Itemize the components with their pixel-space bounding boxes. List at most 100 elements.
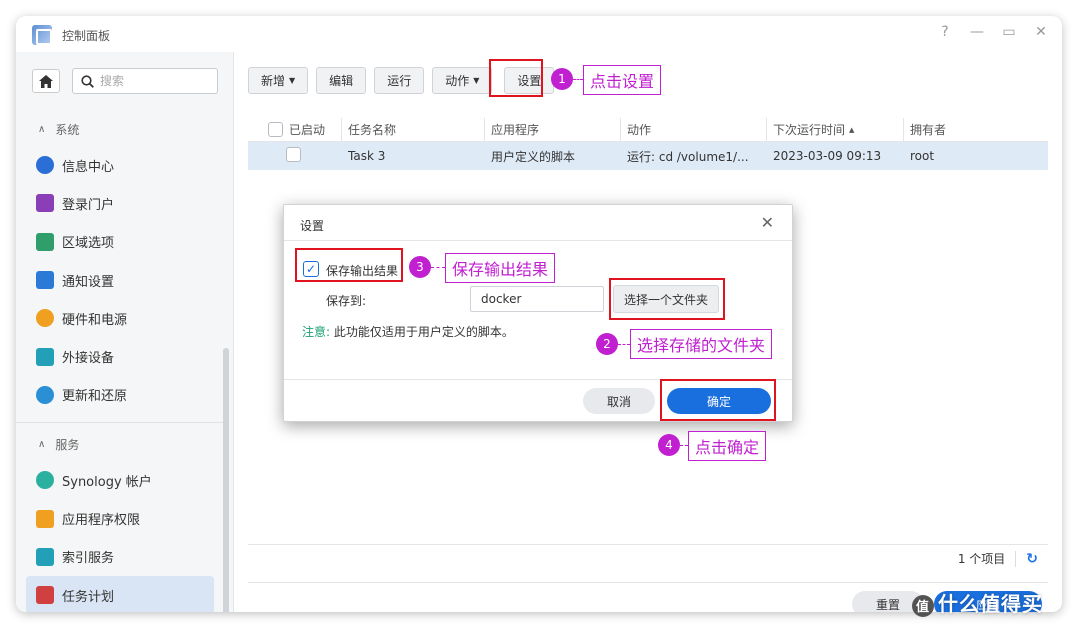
chevron-up-icon: ∧ bbox=[38, 438, 46, 450]
sidebar-item-info-center[interactable]: 信息中心 bbox=[16, 146, 224, 184]
home-icon bbox=[39, 74, 53, 88]
sidebar-item-index-service[interactable]: 索引服务 bbox=[16, 538, 224, 576]
note-text: 注意: 此功能仅适用于用户定义的脚本。 bbox=[302, 323, 514, 340]
run-button[interactable]: 运行 bbox=[374, 67, 425, 94]
cancel-button[interactable]: 取消 bbox=[583, 388, 655, 414]
region-icon bbox=[36, 232, 54, 251]
add-button[interactable]: 新增 ▼ bbox=[248, 67, 309, 94]
highlight-ok-box bbox=[660, 379, 776, 421]
sidebar-item-hardware-power[interactable]: 硬件和电源 bbox=[16, 299, 224, 337]
divider bbox=[16, 422, 224, 424]
index-service-icon bbox=[36, 547, 54, 566]
col-action[interactable]: 动作 bbox=[621, 118, 767, 141]
callout-number: 4 bbox=[658, 434, 680, 456]
hardware-power-icon bbox=[36, 309, 54, 328]
task-scheduler-icon bbox=[36, 586, 54, 605]
callout-connector bbox=[573, 79, 583, 80]
table-row[interactable]: Task 3 用户定义的脚本 运行: cd /volume1/... 2023-… bbox=[248, 142, 1048, 170]
login-portal-icon bbox=[36, 194, 54, 213]
callout-connector bbox=[680, 445, 688, 446]
col-enabled[interactable]: 已启动 bbox=[248, 118, 342, 141]
search-input[interactable] bbox=[100, 74, 200, 88]
sidebar-item-notification[interactable]: 通知设置 bbox=[16, 261, 224, 299]
title-bar: 控制面板 ? — ▭ ✕ bbox=[16, 16, 1062, 52]
add-label: 新增 bbox=[261, 74, 286, 88]
info-icon bbox=[36, 156, 54, 175]
col-owner[interactable]: 拥有者 bbox=[904, 118, 1048, 141]
col-next-run[interactable]: 下次运行时间 ▲ bbox=[767, 118, 904, 141]
highlight-save-output-box bbox=[295, 248, 403, 282]
window-controls: ? — ▭ ✕ bbox=[938, 24, 1048, 40]
maximize-icon[interactable]: ▭ bbox=[1002, 24, 1016, 40]
sidebar-item-task-scheduler[interactable]: 任务计划 bbox=[26, 575, 214, 612]
window-title: 控制面板 bbox=[62, 29, 111, 43]
synology-account-icon bbox=[36, 471, 54, 490]
sidebar-item-label: 登录门户 bbox=[62, 197, 115, 213]
help-icon[interactable]: ? bbox=[938, 24, 952, 40]
sidebar-item-app-permission[interactable]: 应用程序权限 bbox=[16, 499, 224, 537]
sidebar-item-label: 任务计划 bbox=[62, 589, 115, 605]
task-table: 已启动 任务名称 应用程序 动作 下次运行时间 ▲ 拥有者 Task 3 用户定义… bbox=[248, 118, 1048, 170]
sidebar-item-label: 外接设备 bbox=[62, 351, 115, 367]
minimize-icon[interactable]: — bbox=[970, 24, 984, 40]
col-name[interactable]: 任务名称 bbox=[342, 118, 485, 141]
highlight-choose-folder-box bbox=[609, 278, 725, 320]
caret-down-icon: ▼ bbox=[473, 76, 480, 85]
chevron-up-icon: ∧ bbox=[38, 123, 46, 135]
folder-field[interactable]: docker bbox=[470, 286, 604, 312]
divider bbox=[284, 240, 792, 241]
col-label: 已启动 bbox=[289, 123, 326, 137]
action-label: 动作 bbox=[445, 74, 470, 88]
callout-label: 选择存储的文件夹 bbox=[630, 329, 773, 359]
sidebar-scrollbar[interactable] bbox=[223, 348, 229, 612]
sidebar-list: ∧ 系统 信息中心 登录门户 区域选项 通知设置 硬件和电源 外接设备 更新和还… bbox=[16, 112, 224, 612]
sidebar: ∧ 系统 信息中心 登录门户 区域选项 通知设置 硬件和电源 外接设备 更新和还… bbox=[16, 52, 234, 612]
control-panel-icon bbox=[32, 25, 52, 45]
watermark-text: 什么值得买 bbox=[938, 592, 1043, 616]
callout-connector bbox=[618, 344, 630, 345]
section-system[interactable]: ∧ 系统 bbox=[16, 112, 224, 146]
row-enabled-cell bbox=[248, 147, 342, 165]
sidebar-item-synology-account[interactable]: Synology 帐户 bbox=[16, 461, 224, 499]
home-button[interactable] bbox=[32, 69, 60, 93]
sidebar-item-region[interactable]: 区域选项 bbox=[16, 223, 224, 261]
sidebar-item-update-restore[interactable]: 更新和还原 bbox=[16, 376, 224, 414]
sidebar-item-login-portal[interactable]: 登录门户 bbox=[16, 184, 224, 222]
highlight-settings-box bbox=[489, 59, 543, 97]
edit-button[interactable]: 编辑 bbox=[316, 67, 367, 94]
watermark-badge: 值 bbox=[912, 594, 934, 617]
sidebar-item-external-device[interactable]: 外接设备 bbox=[16, 337, 224, 375]
task-next-run-cell: 2023-03-09 09:13 bbox=[773, 149, 882, 163]
callout-number: 1 bbox=[551, 68, 573, 90]
sidebar-item-label: 区域选项 bbox=[62, 236, 115, 252]
select-all-checkbox[interactable] bbox=[268, 122, 283, 137]
sidebar-item-label: 通知设置 bbox=[62, 274, 115, 290]
table-header: 已启动 任务名称 应用程序 动作 下次运行时间 ▲ 拥有者 bbox=[248, 118, 1048, 142]
sidebar-item-label: 更新和还原 bbox=[62, 389, 128, 405]
sidebar-item-label: Synology 帐户 bbox=[62, 474, 152, 490]
callout-label: 保存输出结果 bbox=[445, 253, 556, 283]
notification-icon bbox=[36, 271, 54, 290]
callout-connector bbox=[431, 267, 445, 268]
sort-asc-icon: ▲ bbox=[849, 125, 855, 134]
dialog-title: 设置 bbox=[300, 219, 325, 233]
close-icon[interactable]: ✕ bbox=[761, 213, 774, 232]
section-services[interactable]: ∧ 服务 bbox=[16, 427, 224, 461]
row-enabled-checkbox[interactable] bbox=[286, 147, 301, 162]
task-action-cell: 运行: cd /volume1/... bbox=[627, 149, 749, 164]
sidebar-item-label: 信息中心 bbox=[62, 159, 115, 175]
callout-number: 3 bbox=[409, 256, 431, 278]
external-device-icon bbox=[36, 347, 54, 366]
sidebar-item-label: 索引服务 bbox=[62, 551, 115, 567]
col-app[interactable]: 应用程序 bbox=[485, 118, 621, 141]
search-box[interactable] bbox=[72, 68, 218, 94]
app-permission-icon bbox=[36, 509, 54, 528]
action-button[interactable]: 动作 ▼ bbox=[432, 67, 493, 94]
refresh-icon[interactable]: ↻ bbox=[1015, 550, 1038, 567]
note-prefix: 注意: bbox=[302, 325, 331, 339]
close-icon[interactable]: ✕ bbox=[1034, 24, 1048, 40]
callout-label: 点击设置 bbox=[583, 65, 662, 95]
section-title: 系统 bbox=[55, 122, 80, 137]
save-to-label: 保存到: bbox=[326, 294, 367, 308]
sidebar-item-label: 应用程序权限 bbox=[62, 513, 141, 529]
